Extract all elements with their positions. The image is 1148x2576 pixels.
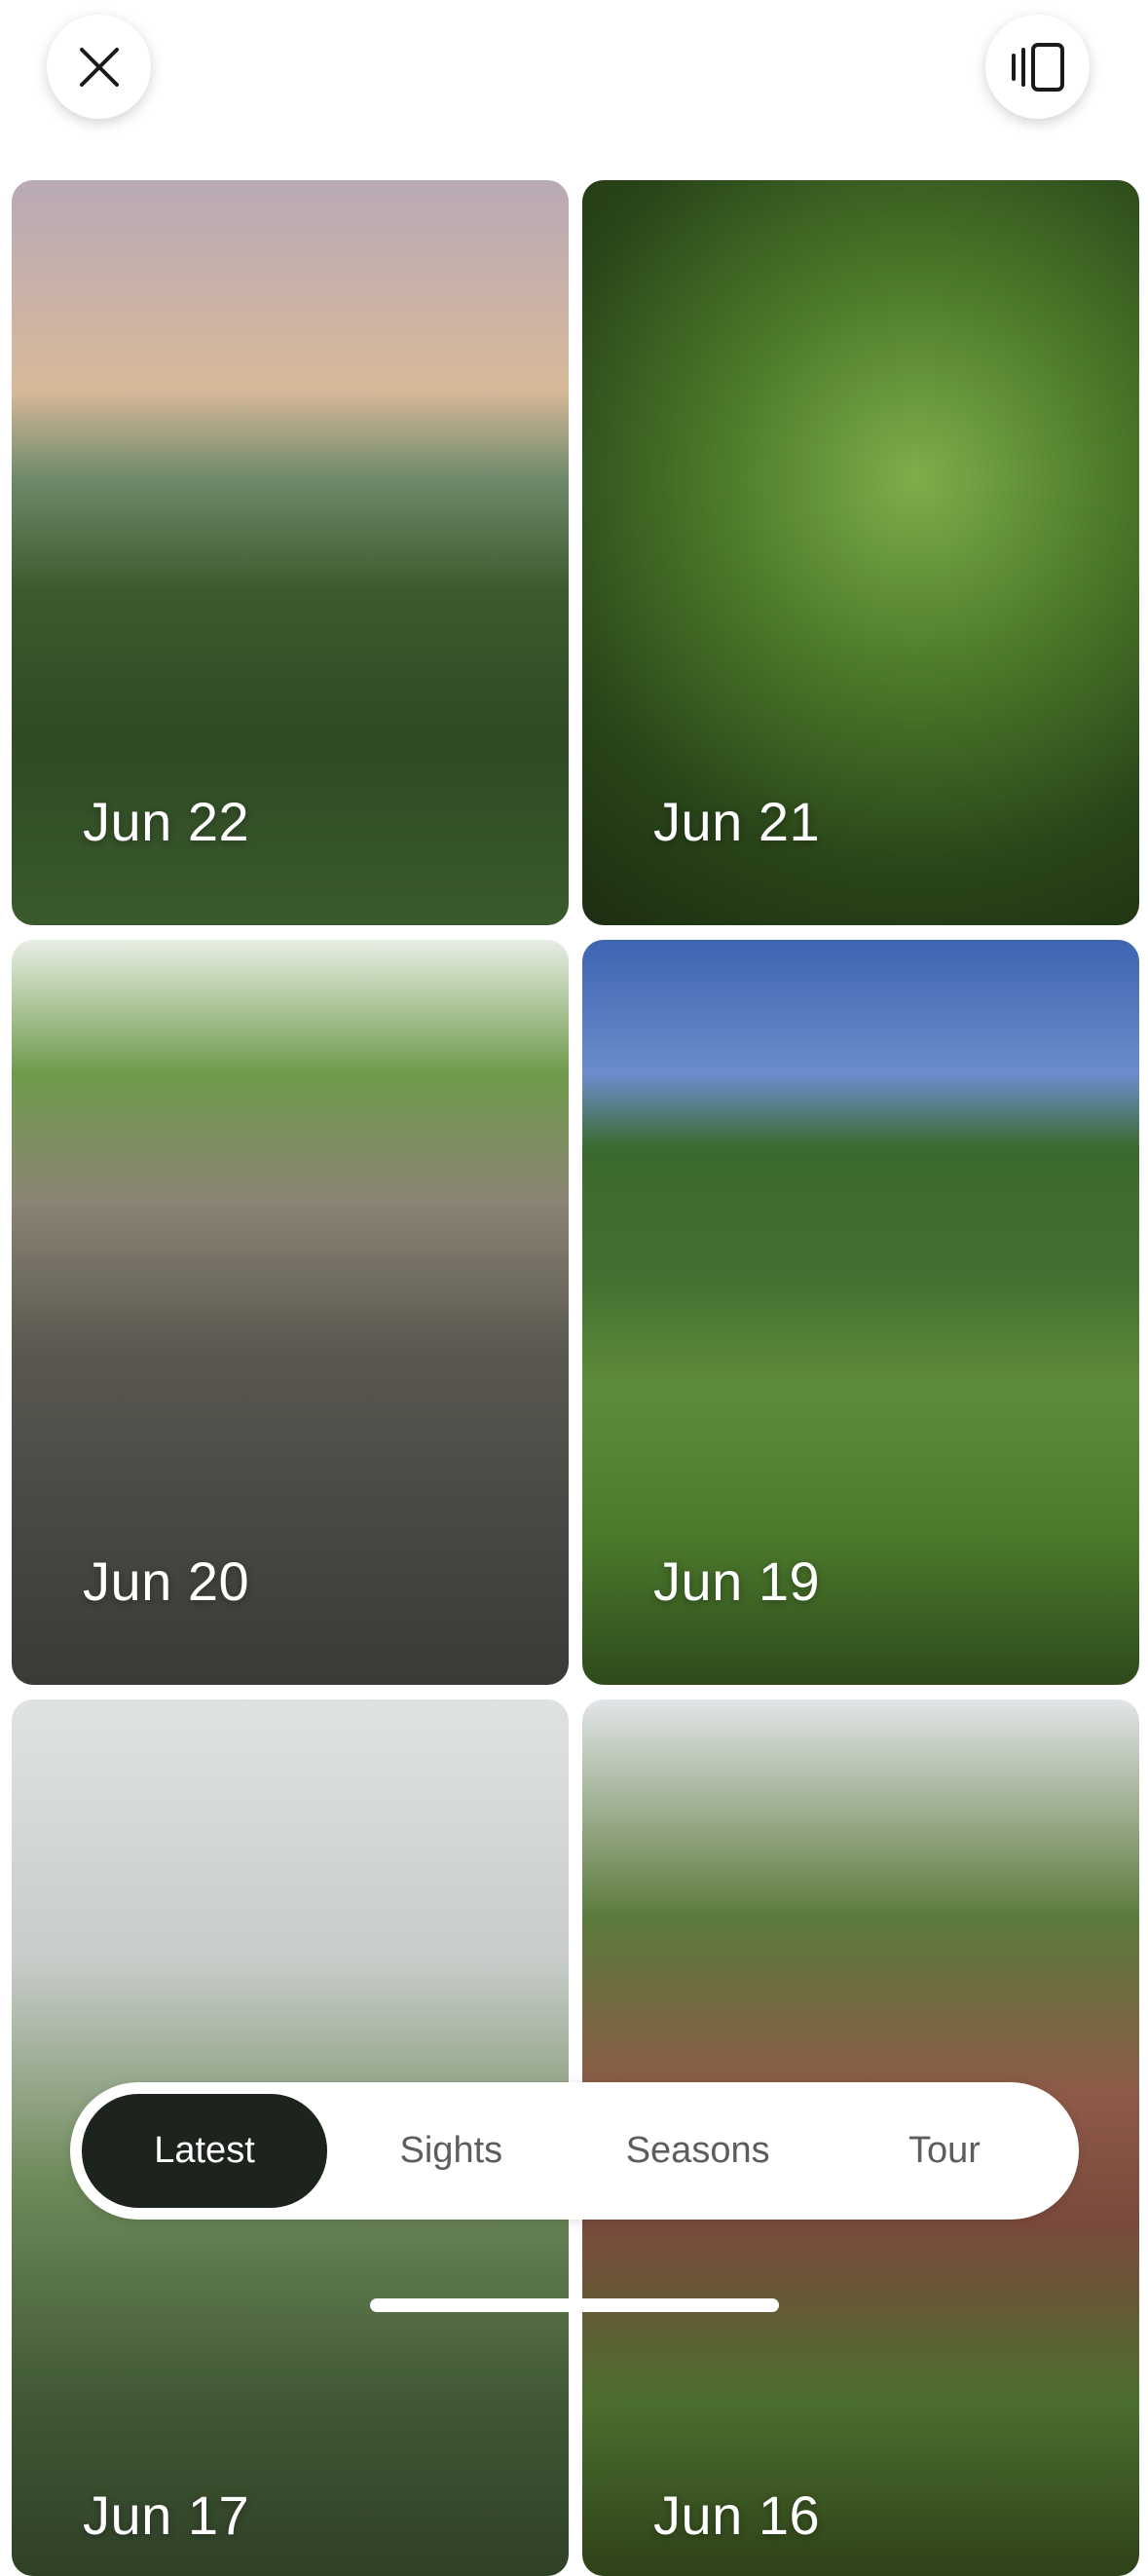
photo-tile[interactable]: Jun 20 (12, 940, 569, 1685)
tab-sights[interactable]: Sights (328, 2094, 574, 2208)
photo-tile[interactable]: Jun 21 (582, 180, 1139, 925)
photo-date-label: Jun 16 (653, 2484, 821, 2546)
photo-date-label: Jun 22 (83, 791, 250, 852)
photo-tile[interactable]: Jun 22 (12, 180, 569, 925)
home-indicator (370, 2298, 779, 2312)
tab-latest[interactable]: Latest (82, 2094, 327, 2208)
tab-seasons[interactable]: Seasons (575, 2094, 821, 2208)
photo-date-label: Jun 20 (83, 1550, 250, 1612)
photo-date-label: Jun 17 (83, 2484, 250, 2546)
close-icon (79, 47, 119, 87)
top-bar (0, 0, 1148, 180)
photo-date-label: Jun 19 (653, 1550, 821, 1612)
view-mode-button[interactable] (985, 15, 1090, 119)
swipe-cards-icon (1011, 42, 1064, 92)
photo-date-label: Jun 21 (653, 791, 821, 852)
close-button[interactable] (47, 15, 151, 119)
photo-tile[interactable]: Jun 19 (582, 940, 1139, 1685)
tab-tour[interactable]: Tour (822, 2094, 1067, 2208)
filter-tab-bar: Latest Sights Seasons Tour (70, 2082, 1079, 2220)
